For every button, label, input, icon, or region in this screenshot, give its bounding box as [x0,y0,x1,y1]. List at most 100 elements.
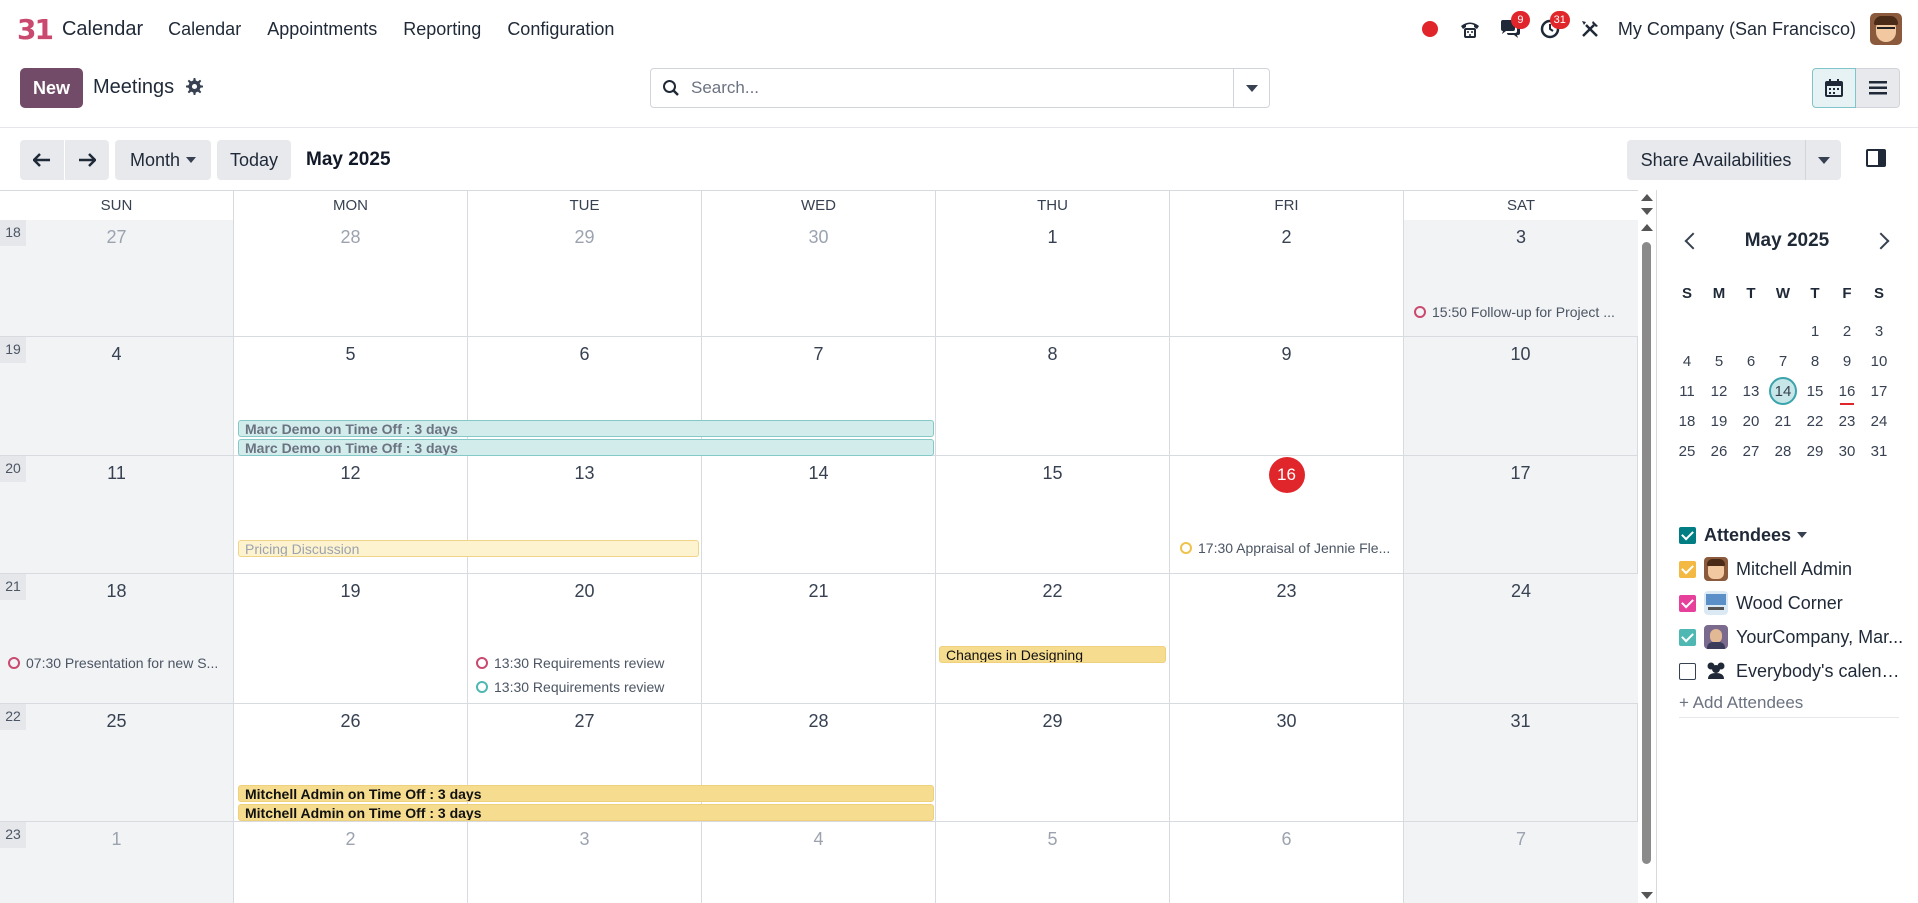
day-cell[interactable]: 20 13:30 Requirements review 13:30 Requi… [468,574,702,703]
day-cell[interactable]: 4 [702,822,936,903]
menu-configuration[interactable]: Configuration [494,19,627,40]
attendee-checkbox[interactable] [1679,560,1696,578]
mini-day[interactable]: 30 [1831,443,1863,460]
mini-day[interactable]: 5 [1703,353,1735,370]
new-button[interactable]: New [20,68,83,108]
mini-day[interactable]: 6 [1735,353,1767,370]
day-cell[interactable]: 28 [234,220,468,336]
mini-day[interactable]: 26 [1703,443,1735,460]
calendar-event[interactable]: 13:30 Requirements review [476,655,698,671]
mini-day[interactable]: 27 [1735,443,1767,460]
day-cell[interactable]: 17 [1404,456,1638,573]
search-options-toggle[interactable] [1233,69,1269,107]
calendar-event[interactable]: Changes in Designing [939,646,1166,663]
company-switcher[interactable]: My Company (San Francisco) [1618,19,1856,40]
mini-day[interactable]: 1 [1799,323,1831,340]
day-cell[interactable]: 3 15:50 Follow-up for Project ... [1404,220,1638,336]
day-cell[interactable]: 5 [936,822,1170,903]
activities-clock-icon[interactable]: 31 [1530,9,1570,49]
day-cell[interactable]: 23 [1170,574,1404,703]
list-view-button[interactable] [1856,68,1900,108]
calendar-event[interactable]: 13:30 Requirements review [476,679,698,695]
app-brand[interactable]: 31 Calendar [17,13,143,46]
gear-icon[interactable] [186,78,203,100]
day-cell[interactable]: 10 [1404,337,1638,455]
mini-day[interactable]: 20 [1735,413,1767,430]
day-cell[interactable]: 6 [468,337,702,455]
calendar-event[interactable]: Marc Demo on Time Off : 3 days [238,420,934,437]
day-cell[interactable]: 18 07:30 Presentation for new S... [0,574,234,703]
menu-reporting[interactable]: Reporting [390,19,494,40]
user-avatar[interactable] [1870,13,1902,45]
day-cell[interactable]: 5 [234,337,468,455]
chevron-left-icon[interactable] [1684,232,1702,250]
scroll-up-icon[interactable] [1641,224,1653,231]
messages-icon[interactable]: 9 [1490,9,1530,49]
day-cell[interactable]: 4 [0,337,234,455]
scroll-down-icon[interactable] [1641,208,1653,215]
search-input[interactable] [691,69,1233,107]
scale-dropdown[interactable]: Month [115,140,211,180]
scroll-down-icon[interactable] [1641,892,1653,899]
calendar-event[interactable]: 07:30 Presentation for new S... [8,655,230,671]
mini-day[interactable]: 10 [1863,353,1895,370]
mini-day[interactable]: 15 [1799,383,1831,400]
calendar-event[interactable]: 15:50 Follow-up for Project ... [1414,304,1634,320]
mini-day[interactable]: 11 [1671,383,1703,400]
mini-day[interactable]: 22 [1799,413,1831,430]
day-cell[interactable]: 27 [0,220,234,336]
day-cell[interactable]: 8 [936,337,1170,455]
day-cell[interactable]: 25 [0,704,234,821]
recording-indicator[interactable] [1410,9,1450,49]
attendee-checkbox[interactable] [1679,594,1696,612]
day-cell[interactable]: 21 [702,574,936,703]
mini-day[interactable]: 24 [1863,413,1895,430]
share-availabilities-button[interactable]: Share Availabilities [1627,140,1805,180]
calendar-event[interactable]: Marc Demo on Time Off : 3 days [238,439,934,456]
add-attendees-link[interactable]: + Add Attendees [1679,688,1899,718]
day-cell[interactable]: 6 [1170,822,1404,903]
day-cell[interactable]: 7 [1404,822,1638,903]
calendar-event[interactable]: Mitchell Admin on Time Off : 3 days [238,804,934,821]
mini-day[interactable]: 17 [1863,383,1895,400]
scroll-up-icon[interactable] [1641,194,1653,201]
day-cell[interactable]: 19 [234,574,468,703]
mini-day[interactable]: 12 [1703,383,1735,400]
mini-day[interactable]: 3 [1863,323,1895,340]
next-button[interactable] [65,140,109,180]
mini-day[interactable]: 4 [1671,353,1703,370]
day-cell[interactable]: 24 [1404,574,1638,703]
mini-day[interactable]: 19 [1703,413,1735,430]
scrollbar-thumb[interactable] [1642,242,1651,864]
vertical-scrollbar[interactable] [1638,190,1656,903]
menu-calendar[interactable]: Calendar [155,19,254,40]
calendar-view-button[interactable] [1812,68,1856,108]
calendar-event[interactable]: Pricing Discussion [238,540,699,557]
mini-day[interactable]: 13 [1735,383,1767,400]
attendees-all-checkbox[interactable] [1679,526,1696,544]
day-cell[interactable]: 30 [1170,704,1404,821]
attendee-item[interactable]: Mitchell Admin [1679,552,1909,586]
mini-day[interactable]: 28 [1767,443,1799,460]
mini-day[interactable]: 18 [1671,413,1703,430]
day-cell[interactable]: 30 [702,220,936,336]
day-cell[interactable]: 15 [936,456,1170,573]
attendee-checkbox[interactable] [1679,628,1696,646]
day-cell[interactable]: 3 [468,822,702,903]
day-cell[interactable]: 16 17:30 Appraisal of Jennie Fle... [1170,456,1404,573]
attendees-header[interactable]: Attendees [1679,518,1909,552]
mini-day[interactable]: 8 [1799,353,1831,370]
app-name[interactable]: Calendar [62,18,143,41]
day-cell[interactable]: 1 [936,220,1170,336]
mini-day[interactable]: 7 [1767,353,1799,370]
calendar-event[interactable]: Mitchell Admin on Time Off : 3 days [238,785,934,802]
mini-day[interactable]: 9 [1831,353,1863,370]
caret-down-icon[interactable] [1797,532,1808,538]
day-cell[interactable]: 2 [234,822,468,903]
day-cell[interactable]: 9 [1170,337,1404,455]
day-cell[interactable]: 11 [0,456,234,573]
side-panel-toggle-icon[interactable] [1866,148,1890,172]
day-cell[interactable]: 29 [936,704,1170,821]
mini-day[interactable]: 31 [1863,443,1895,460]
mini-day-selected[interactable]: 14 [1767,377,1799,405]
